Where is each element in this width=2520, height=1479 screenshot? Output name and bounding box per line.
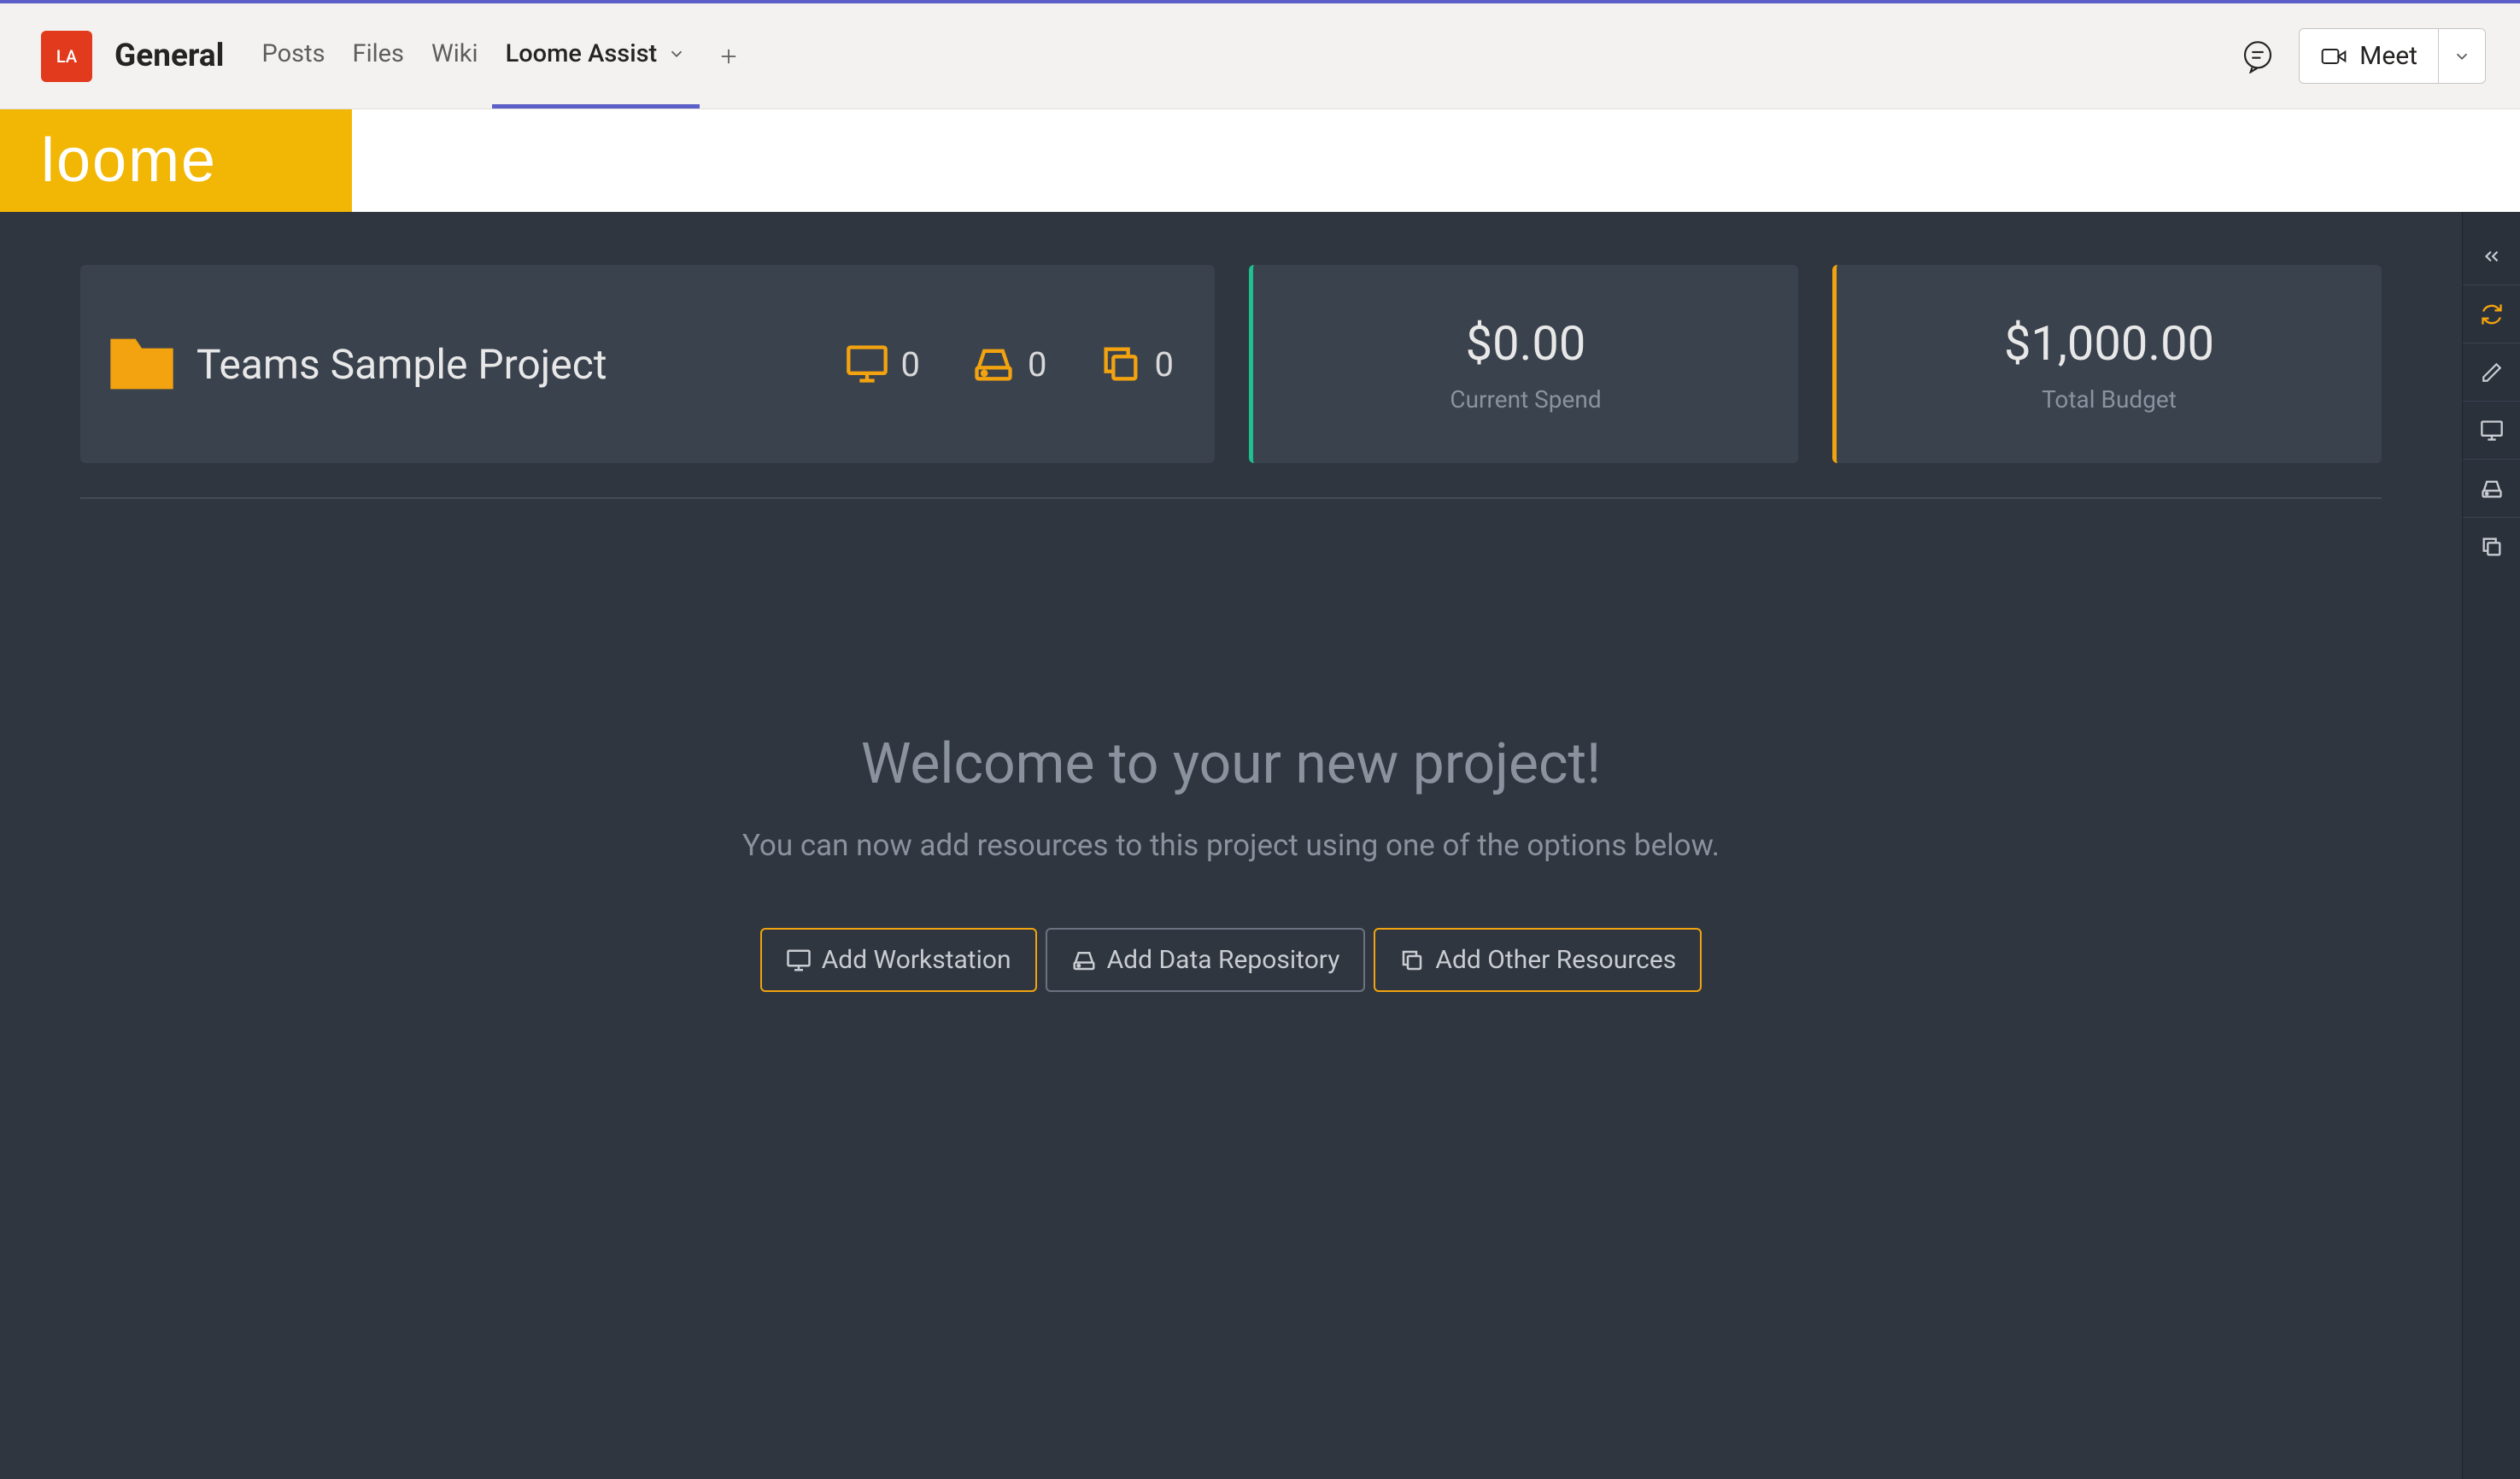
- monitor-icon: [2480, 419, 2504, 443]
- repository-count: 0: [1028, 344, 1046, 384]
- total-budget-label: Total Budget: [2042, 385, 2177, 414]
- repository-counter: 0: [971, 342, 1046, 386]
- meet-button[interactable]: Meet: [2300, 29, 2438, 83]
- tab-files[interactable]: Files: [339, 3, 418, 109]
- double-chevron-left-icon: [2481, 245, 2503, 267]
- folder-icon: [104, 326, 179, 402]
- add-tab-button[interactable]: [700, 44, 758, 68]
- loome-brand-row: loome: [0, 109, 2520, 212]
- edit-button[interactable]: [2463, 343, 2520, 402]
- header-actions: Meet: [2241, 28, 2486, 84]
- current-spend-value: $0.00: [1466, 315, 1586, 372]
- conversation-icon[interactable]: [2241, 39, 2275, 73]
- channel-title: General: [114, 38, 224, 74]
- project-name: Teams Sample Project: [196, 340, 828, 389]
- add-repository-label: Add Data Repository: [1107, 945, 1340, 975]
- project-counters: 0 0 0: [845, 342, 1174, 386]
- action-buttons-row: Add Workstation Add Data Repository Add …: [0, 928, 2462, 992]
- current-spend-card: $0.00 Current Spend: [1249, 265, 1798, 463]
- tab-loome-assist[interactable]: Loome Assist: [492, 3, 700, 109]
- refresh-icon: [2480, 302, 2504, 326]
- divider: [80, 497, 2382, 499]
- tab-label: Files: [353, 39, 404, 68]
- drive-icon: [1071, 948, 1097, 973]
- meet-button-group: Meet: [2299, 28, 2486, 84]
- welcome-title: Welcome to your new project!: [0, 731, 2462, 797]
- welcome-subtitle: You can now add resources to this projec…: [0, 828, 2462, 863]
- chevron-down-icon[interactable]: [667, 44, 686, 63]
- meet-dropdown-button[interactable]: [2438, 29, 2485, 83]
- collapse-rail-button[interactable]: [2463, 227, 2520, 285]
- welcome-section: Welcome to your new project! You can now…: [0, 731, 2462, 992]
- add-workstation-label: Add Workstation: [822, 945, 1011, 975]
- summary-cards-row: Teams Sample Project 0 0: [0, 265, 2462, 463]
- copy-icon: [1099, 342, 1143, 386]
- total-budget-card: $1,000.00 Total Budget: [1832, 265, 2382, 463]
- tab-label: Loome Assist: [506, 39, 658, 68]
- copy-icon: [2480, 535, 2504, 559]
- tab-wiki[interactable]: Wiki: [418, 3, 492, 109]
- rail-repositories-button[interactable]: [2463, 460, 2520, 518]
- other-resources-counter: 0: [1099, 342, 1174, 386]
- team-avatar[interactable]: LA: [41, 31, 92, 82]
- other-resources-count: 0: [1155, 344, 1174, 384]
- team-avatar-initials: LA: [56, 46, 77, 67]
- monitor-icon: [786, 948, 812, 973]
- meet-label: Meet: [2359, 41, 2417, 71]
- workstation-counter: 0: [845, 342, 920, 386]
- project-card: Teams Sample Project 0 0: [80, 265, 1215, 463]
- current-spend-label: Current Spend: [1450, 385, 1601, 414]
- main-panel: Teams Sample Project 0 0: [0, 212, 2462, 1479]
- tab-label: Posts: [261, 39, 325, 68]
- drive-icon: [971, 342, 1016, 386]
- total-budget-value: $1,000.00: [2004, 315, 2214, 372]
- add-repository-button[interactable]: Add Data Repository: [1046, 928, 1366, 992]
- loome-brand-text: loome: [41, 126, 217, 196]
- workstation-count: 0: [901, 344, 920, 384]
- refresh-button[interactable]: [2463, 285, 2520, 343]
- pencil-icon: [2481, 361, 2503, 384]
- drive-icon: [2480, 477, 2504, 501]
- video-icon: [2320, 43, 2347, 70]
- add-other-label: Add Other Resources: [1435, 945, 1676, 975]
- right-rail: [2462, 212, 2520, 1479]
- teams-header: LA General Posts Files Wiki Loome Assist: [0, 3, 2520, 109]
- chevron-down-icon: [2453, 47, 2471, 66]
- tab-posts[interactable]: Posts: [248, 3, 338, 109]
- add-workstation-button[interactable]: Add Workstation: [760, 928, 1037, 992]
- rail-other-resources-button[interactable]: [2463, 518, 2520, 576]
- tab-label: Wiki: [431, 39, 478, 68]
- loome-logo[interactable]: loome: [0, 109, 352, 212]
- monitor-icon: [845, 342, 889, 386]
- rail-workstations-button[interactable]: [2463, 402, 2520, 460]
- tabs-container: Posts Files Wiki Loome Assist: [248, 3, 758, 109]
- copy-icon: [1399, 948, 1425, 973]
- add-other-resources-button[interactable]: Add Other Resources: [1374, 928, 1702, 992]
- content-area: Teams Sample Project 0 0: [0, 212, 2520, 1479]
